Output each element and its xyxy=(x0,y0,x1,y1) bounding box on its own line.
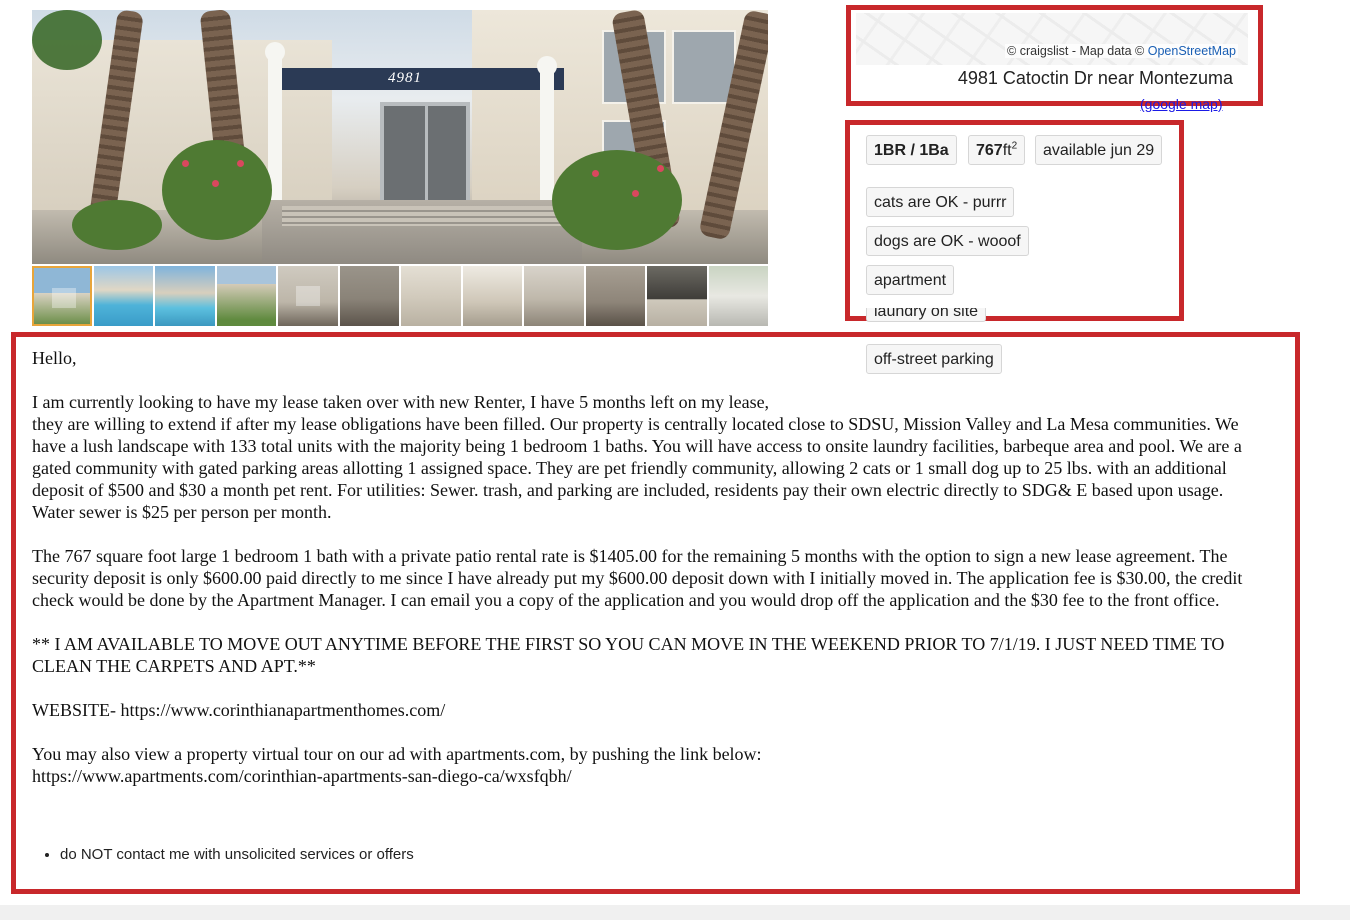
column-lamp xyxy=(537,56,557,76)
openstreetmap-link[interactable]: OpenStreetMap xyxy=(1148,44,1236,58)
paragraph-rental-rate: The 767 square foot large 1 bedroom 1 ba… xyxy=(32,546,1243,610)
thumbnail-3[interactable] xyxy=(155,266,215,326)
virtual-tour-url: https://www.apartments.com/corinthian-ap… xyxy=(32,766,572,786)
map-attribution-text: © craigslist - Map data © xyxy=(1007,44,1145,58)
column-lamp xyxy=(265,42,285,62)
thumbnail-7[interactable] xyxy=(401,266,461,326)
greeting: Hello, xyxy=(32,348,77,368)
notice-item: do NOT contact me with unsolicited servi… xyxy=(60,845,414,865)
thumbnail-10[interactable] xyxy=(585,266,646,326)
window xyxy=(672,30,736,104)
main-listing-photo[interactable]: 4981 xyxy=(32,10,768,264)
lease-intro-line: I am currently looking to have my lease … xyxy=(32,392,770,412)
thumbnail-4[interactable] xyxy=(216,266,277,326)
shrub xyxy=(162,140,272,240)
flower xyxy=(632,190,639,197)
tag-apartment: apartment xyxy=(866,265,955,295)
thumbnail-5[interactable] xyxy=(278,266,338,326)
flower xyxy=(182,160,189,167)
posting-body: Hello, I am currently looking to have my… xyxy=(32,347,1262,787)
bedrooms-baths-tag: 1BR / 1Ba xyxy=(866,135,957,165)
entry-steps xyxy=(282,206,562,226)
flower xyxy=(657,165,664,172)
page-bottom-edge xyxy=(0,905,1350,920)
description-highlight: Hello, I am currently looking to have my… xyxy=(11,332,1300,894)
map-attribution: © craigslist - Map data © OpenStreetMap xyxy=(1005,44,1238,58)
tag-laundry-on-site: laundry on site xyxy=(866,308,987,322)
palm-fronds xyxy=(32,10,102,70)
thumbnail-6[interactable] xyxy=(339,266,400,326)
thumbnail-image xyxy=(296,286,321,306)
entry-door xyxy=(380,102,470,212)
thumbnail-9[interactable] xyxy=(524,266,584,326)
thumbnail-1[interactable] xyxy=(32,266,92,326)
website-line: WEBSITE- https://www.corinthianapartment… xyxy=(32,700,446,720)
flower xyxy=(592,170,599,177)
flower xyxy=(237,160,244,167)
photo-thumbnails xyxy=(32,266,769,326)
thumbnail-12[interactable] xyxy=(708,266,769,326)
tag-off-street-parking: off-street parking xyxy=(866,344,1002,374)
tag-dogs-ok: dogs are OK - wooof xyxy=(866,226,1029,256)
thumbnail-image xyxy=(52,288,76,308)
map-address: 4981 Catoctin Dr near Montezuma xyxy=(957,68,1233,88)
shrub xyxy=(72,200,162,250)
paragraph-move-out-notice: ** I AM AVAILABLE TO MOVE OUT ANYTIME BE… xyxy=(32,634,1225,676)
paragraph-lease-intro: I am currently looking to have my lease … xyxy=(32,391,1262,523)
building-number: 4981 xyxy=(388,70,422,86)
flower xyxy=(212,180,219,187)
notices-list: do NOT contact me with unsolicited servi… xyxy=(46,845,414,865)
map-section: © craigslist - Map data © OpenStreetMap … xyxy=(846,5,1263,106)
thumbnail-11[interactable] xyxy=(647,266,707,326)
thumbnail-8[interactable] xyxy=(462,266,523,326)
virtual-tour-text: You may also view a property virtual tou… xyxy=(32,744,762,764)
square-footage-tag: 767ft2 xyxy=(968,135,1026,165)
lease-intro-details: they are willing to extend if after my l… xyxy=(32,414,1242,522)
tag-cats-ok: cats are OK - purrr xyxy=(866,187,1015,217)
thumbnail-2[interactable] xyxy=(93,266,154,326)
availability-tag: available jun 29 xyxy=(1035,135,1163,165)
google-map-link[interactable]: (google map) xyxy=(1140,96,1223,112)
entry-column xyxy=(540,72,554,208)
